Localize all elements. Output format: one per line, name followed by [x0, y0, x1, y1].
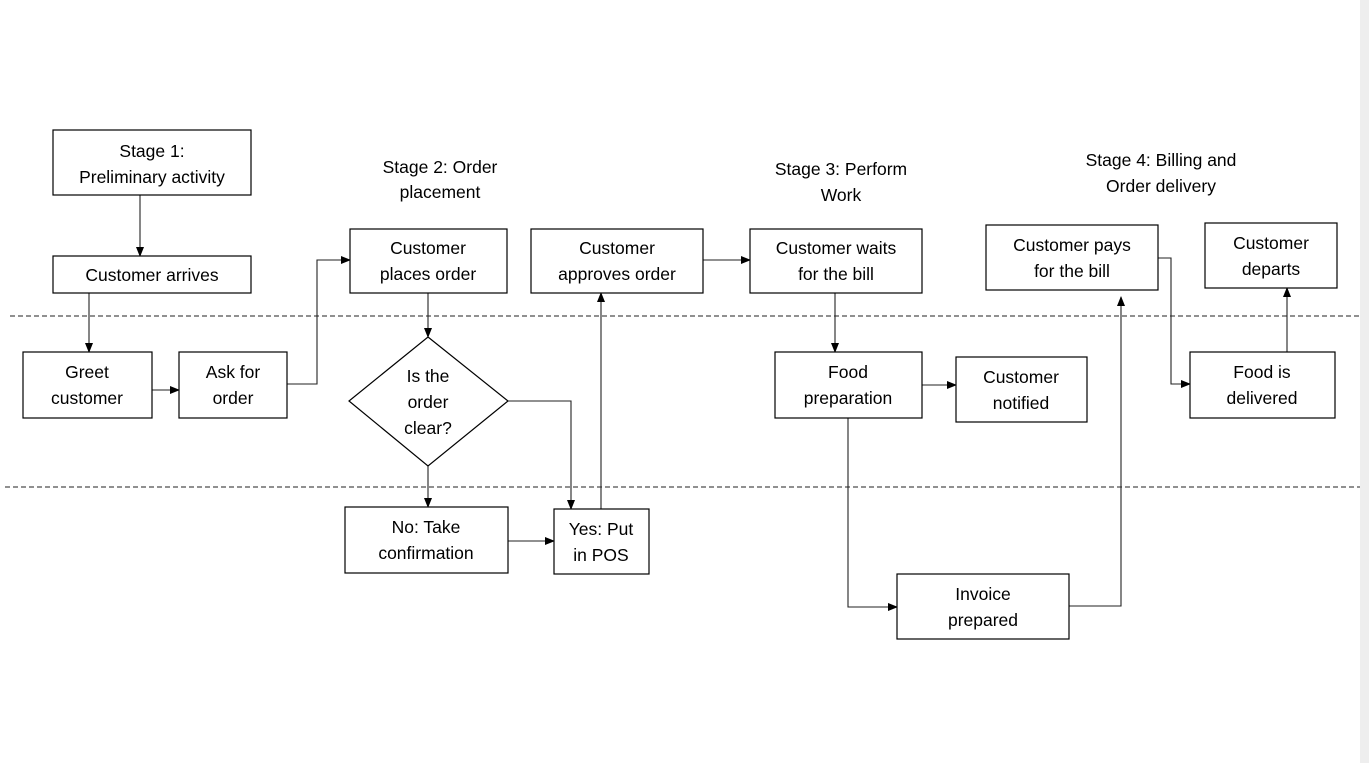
stage-1-line-2: Preliminary activity	[79, 167, 225, 187]
node-label: prepared	[948, 610, 1018, 630]
node-label: order	[213, 388, 254, 408]
node-customer-waits: Customer waits for the bill	[749, 228, 923, 294]
node-label: Food	[828, 362, 868, 382]
node-label: Yes: Put	[569, 519, 634, 539]
stage-2-heading: Stage 2: Order placement	[383, 157, 498, 202]
node-label: Ask for	[206, 362, 261, 382]
node-label: customer	[51, 388, 123, 408]
node-label: Customer	[390, 238, 466, 258]
node-label: Greet	[65, 362, 109, 382]
arrow	[1069, 296, 1125, 607]
stage-2-line-2: placement	[400, 182, 481, 202]
node-label: Customer	[983, 367, 1059, 387]
flowchart: Stage 1: Preliminary activity Stage 2: O…	[5, 129, 1360, 640]
node-label: Customer	[1233, 233, 1309, 253]
stage-3-line-1: Stage 3: Perform	[775, 159, 907, 179]
node-label: delivered	[1226, 388, 1297, 408]
node-label: Food is	[1233, 362, 1291, 382]
stage-3-heading: Stage 3: Perform Work	[775, 159, 907, 205]
node-label: clear?	[404, 418, 452, 438]
node-label: approves order	[558, 264, 676, 284]
arrow	[287, 256, 351, 385]
decision-order-clear: Is the order clear?	[348, 336, 509, 467]
right-edge-strip	[1360, 0, 1369, 763]
node-yes-put-in-pos: Yes: Put in POS	[553, 508, 650, 575]
node-label: Is the	[407, 366, 450, 386]
node-label: notified	[993, 393, 1049, 413]
arrow	[847, 418, 898, 611]
node-label: preparation	[804, 388, 893, 408]
stage-1-box: Stage 1: Preliminary activity	[52, 129, 252, 196]
node-food-preparation: Food preparation	[774, 351, 923, 419]
node-ask-for-order: Ask for order	[178, 351, 288, 419]
node-label: order	[408, 392, 449, 412]
stage-2-line-1: Stage 2: Order	[383, 157, 498, 177]
node-label: Invoice	[955, 584, 1010, 604]
node-customer-notified: Customer notified	[955, 356, 1088, 423]
stage-4-heading: Stage 4: Billing and Order delivery	[1086, 150, 1237, 196]
node-greet-customer: Greet customer	[22, 351, 153, 419]
node-customer-pays: Customer pays for the bill	[985, 224, 1159, 291]
node-label: Customer pays	[1013, 235, 1131, 255]
node-label: in POS	[573, 545, 628, 565]
node-invoice-prepared: Invoice prepared	[896, 573, 1070, 640]
arrow	[508, 400, 575, 510]
node-food-delivered: Food is delivered	[1189, 351, 1336, 419]
stage-3-line-2: Work	[821, 185, 862, 205]
node-customer-arrives: Customer arrives	[52, 255, 252, 294]
node-label: places order	[380, 264, 476, 284]
node-label: No: Take	[392, 517, 461, 537]
stage-1-line-1: Stage 1:	[119, 141, 184, 161]
node-label: Customer waits	[776, 238, 897, 258]
node-label: confirmation	[378, 543, 473, 563]
node-customer-departs: Customer departs	[1204, 222, 1338, 289]
node-customer-approves-order: Customer approves order	[530, 228, 704, 294]
node-label: for the bill	[798, 264, 874, 284]
node-label: Customer arrives	[85, 265, 218, 285]
node-no-take-confirmation: No: Take confirmation	[344, 506, 509, 574]
stage-4-line-2: Order delivery	[1106, 176, 1216, 196]
node-label: departs	[1242, 259, 1301, 279]
node-label: Customer	[579, 238, 655, 258]
stage-4-line-1: Stage 4: Billing and	[1086, 150, 1237, 170]
node-customer-places-order: Customer places order	[349, 228, 508, 294]
node-label: for the bill	[1034, 261, 1110, 281]
arrow	[1158, 257, 1191, 388]
